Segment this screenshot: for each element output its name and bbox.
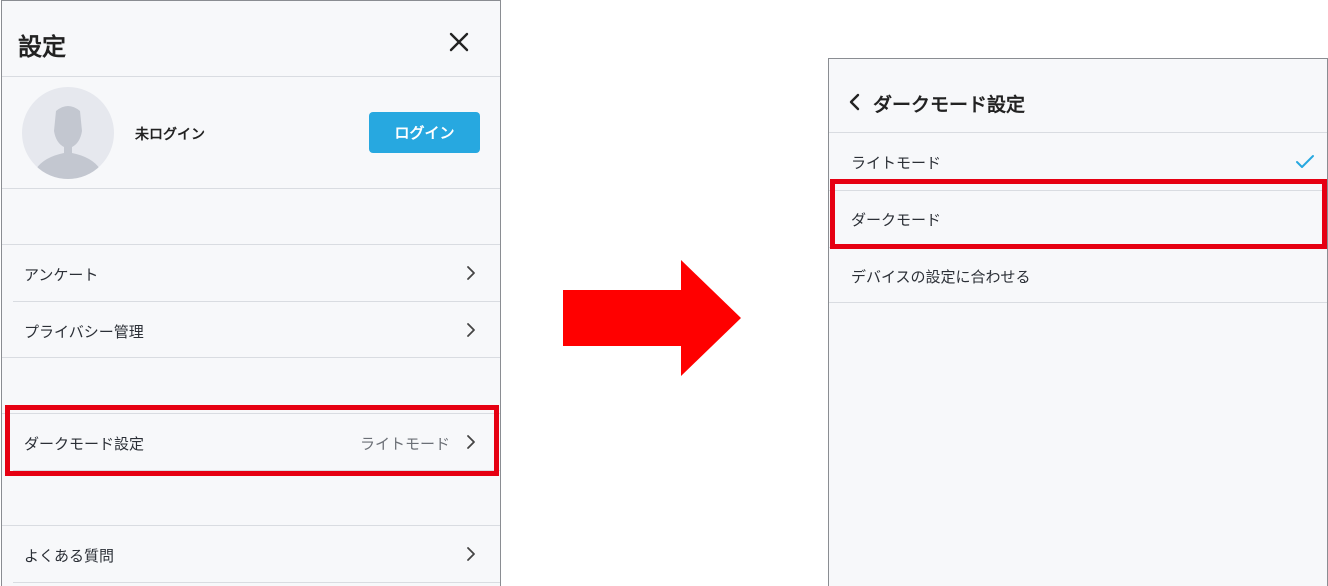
option-label: ダークモード bbox=[851, 211, 942, 229]
right-arrow-icon bbox=[563, 260, 741, 376]
settings-item-value: ライトモード bbox=[359, 435, 450, 453]
avatar bbox=[22, 87, 114, 179]
settings-item-label: ダークモード設定 bbox=[24, 435, 145, 453]
checkmark-icon bbox=[1296, 155, 1314, 168]
settings-item-survey[interactable]: アンケート bbox=[2, 245, 500, 301]
divider bbox=[2, 357, 500, 358]
settings-panel: 設定 未ログイン ログイン アンケート プライバシー管理 ダークモード設定 ライ… bbox=[1, 0, 501, 586]
option-follow-device[interactable]: デバイスの設定に合わせる bbox=[829, 248, 1327, 305]
user-silhouette-icon bbox=[22, 87, 114, 179]
page-title: 設定 bbox=[18, 33, 66, 61]
login-button[interactable]: ログイン bbox=[369, 112, 480, 153]
settings-item-privacy[interactable]: プライバシー管理 bbox=[2, 302, 500, 358]
settings-item-label: プライバシー管理 bbox=[24, 323, 144, 341]
profile-section: 未ログイン ログイン bbox=[2, 78, 500, 189]
chevron-right-icon bbox=[467, 435, 475, 449]
settings-item-label: アンケート bbox=[24, 266, 99, 284]
divider bbox=[13, 470, 500, 471]
chevron-right-icon bbox=[467, 266, 475, 280]
settings-header: 設定 bbox=[2, 1, 500, 77]
dark-mode-panel: ダークモード設定 ライトモード ダークモード デバイスの設定に合わせる bbox=[828, 58, 1328, 586]
login-status-text: 未ログイン bbox=[135, 127, 205, 143]
option-label: デバイスの設定に合わせる bbox=[851, 268, 1031, 286]
chevron-right-icon bbox=[467, 547, 475, 561]
settings-item-faq[interactable]: よくある質問 bbox=[2, 526, 500, 582]
divider bbox=[829, 302, 1327, 303]
divider bbox=[13, 582, 500, 583]
option-light-mode[interactable]: ライトモード bbox=[829, 134, 1327, 191]
option-label: ライトモード bbox=[851, 154, 942, 172]
settings-item-label: よくある質問 bbox=[24, 547, 115, 565]
page-title: ダークモード設定 bbox=[873, 94, 1026, 116]
option-dark-mode[interactable]: ダークモード bbox=[829, 191, 1327, 248]
chevron-left-icon[interactable] bbox=[847, 93, 861, 111]
dark-mode-header: ダークモード設定 bbox=[829, 59, 1327, 133]
close-icon[interactable] bbox=[446, 29, 472, 55]
settings-item-dark-mode[interactable]: ダークモード設定 ライトモード bbox=[2, 414, 500, 470]
chevron-right-icon bbox=[467, 323, 475, 337]
